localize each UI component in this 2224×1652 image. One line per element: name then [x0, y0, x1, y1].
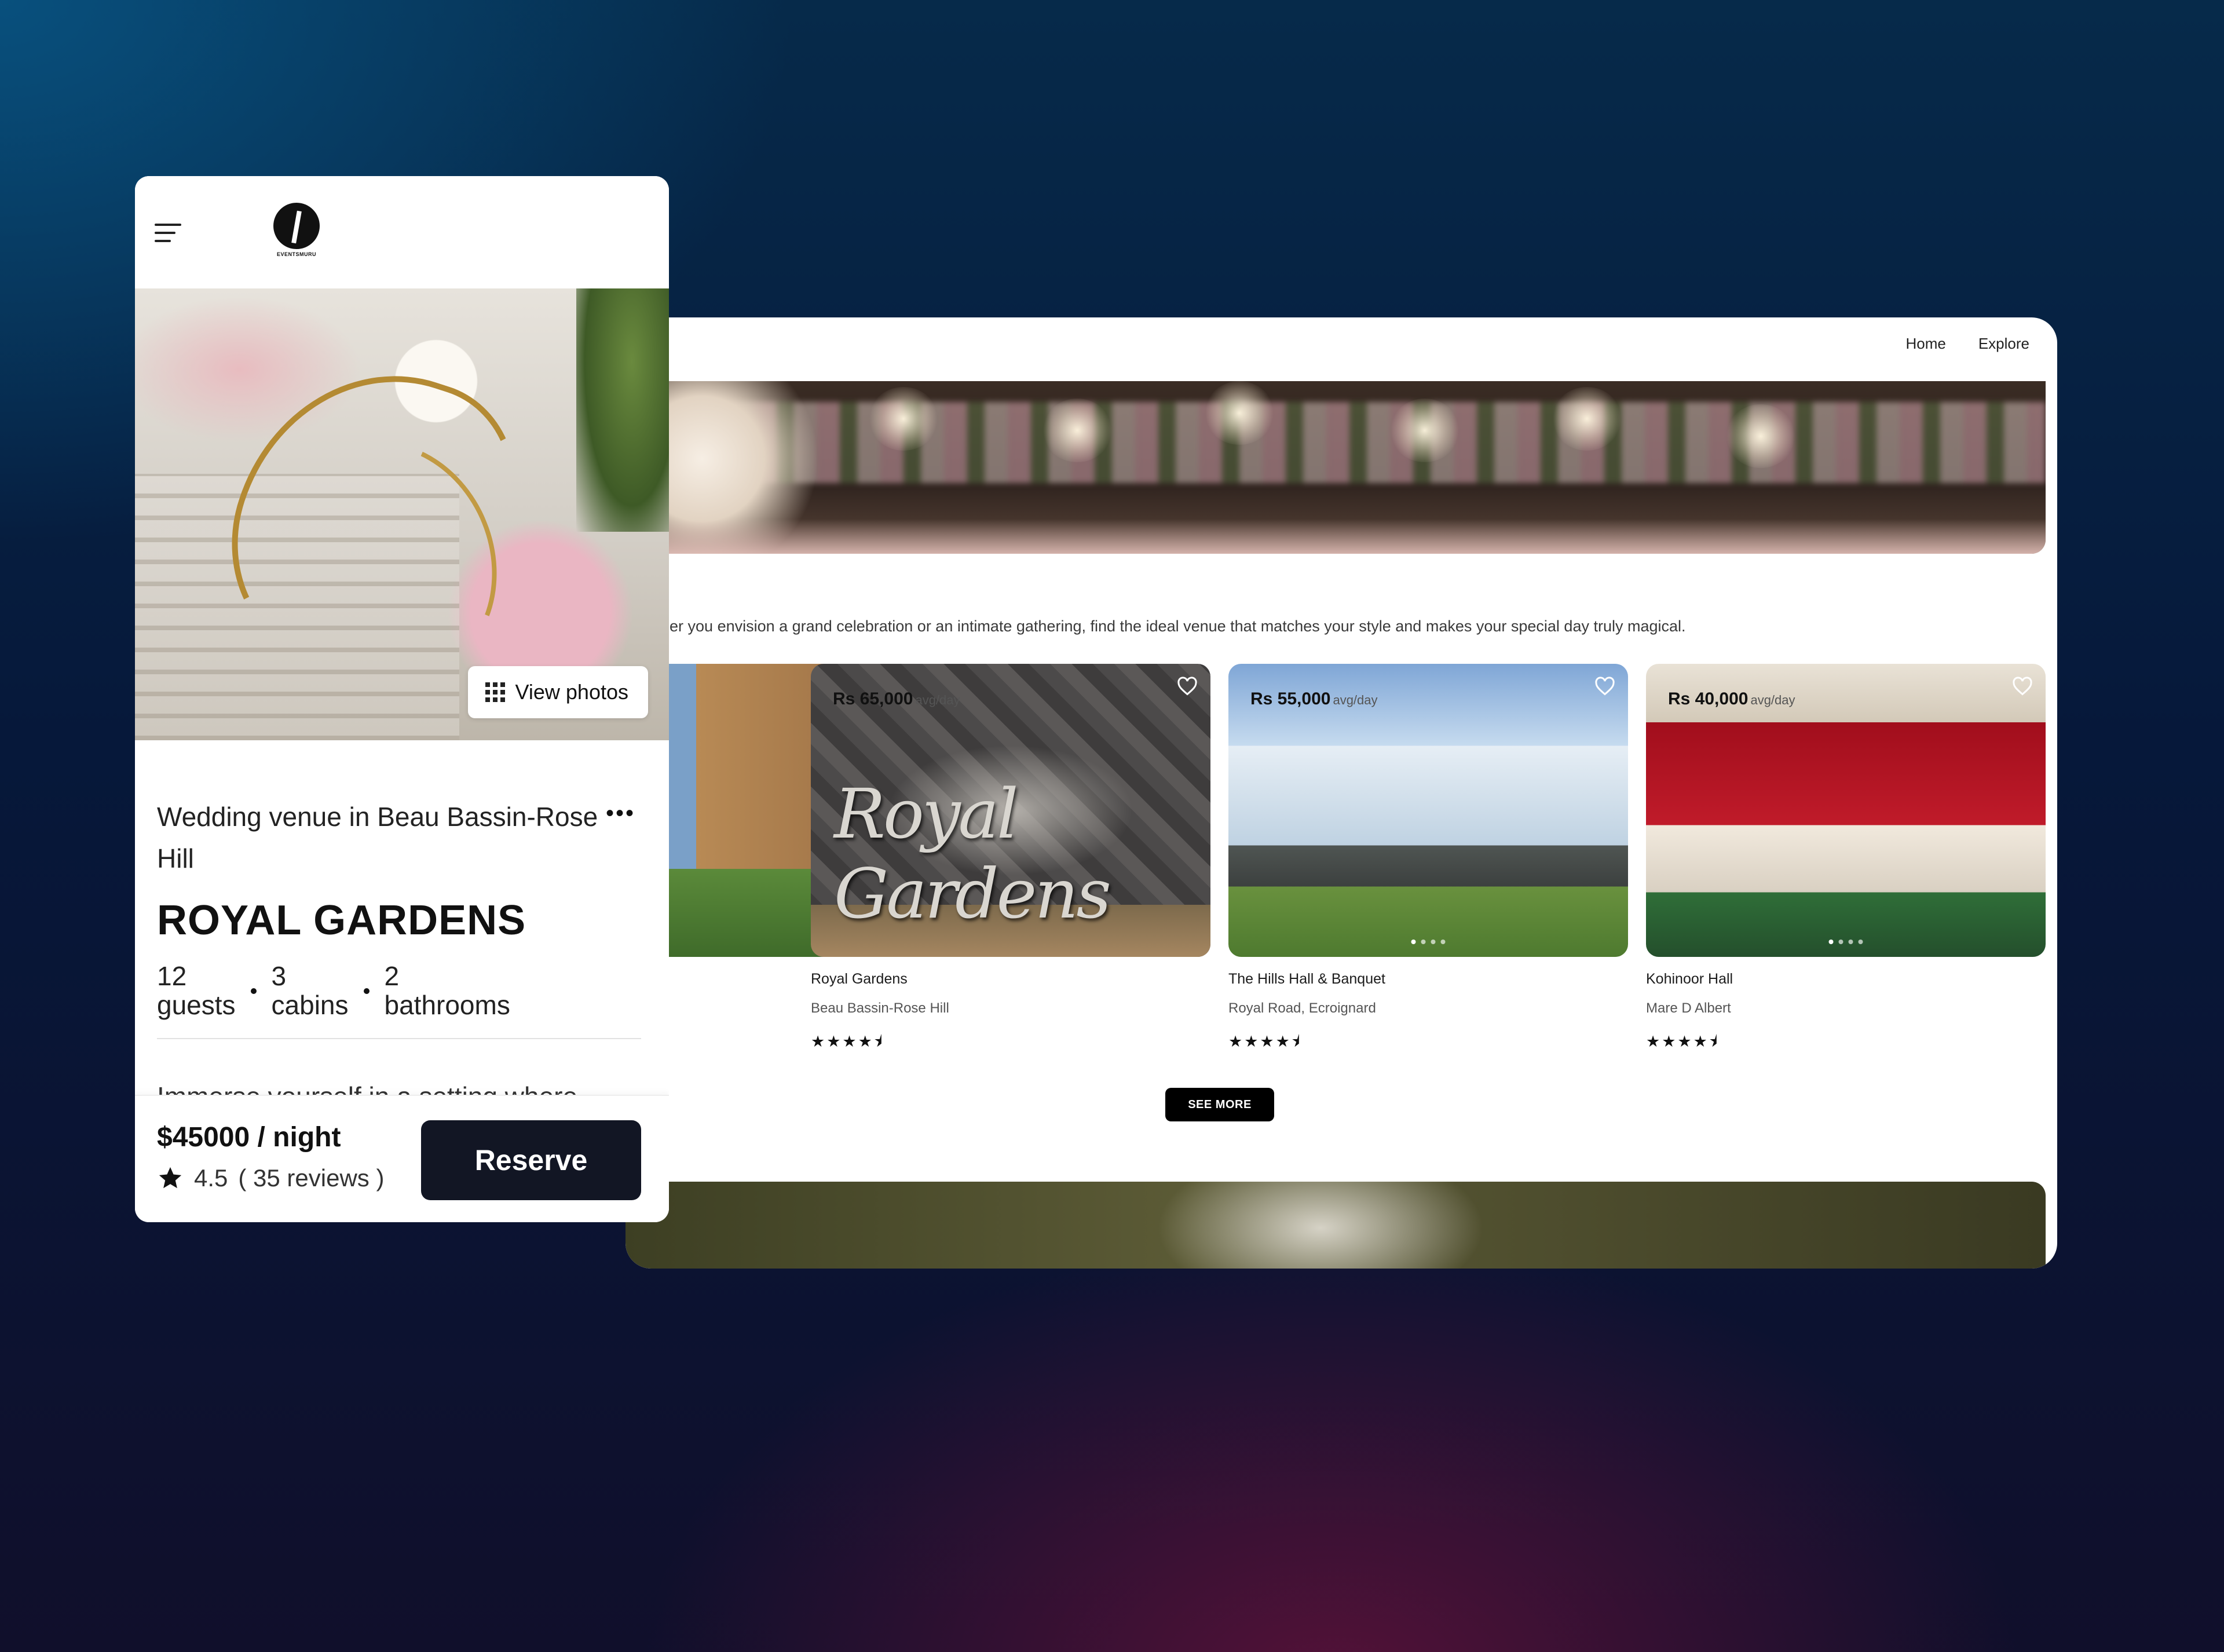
star-icon	[159, 1167, 182, 1189]
more-horizontal-icon[interactable]: •••	[606, 801, 635, 827]
venue-price: Rs 40,000 avg/day	[1668, 689, 1795, 708]
hero-banner	[626, 381, 2046, 554]
heart-icon[interactable]	[1177, 677, 1198, 696]
heart-icon[interactable]	[2012, 677, 2033, 696]
palm-logo-icon	[273, 203, 320, 249]
brand-logo[interactable]: EVENTSMURU	[265, 203, 328, 266]
mobile-header: EVENTSMURU	[135, 176, 669, 288]
carousel-dots[interactable]	[1828, 940, 1863, 944]
rating-stars: ★★★★⯨	[1646, 1033, 1720, 1050]
view-photos-button[interactable]: View photos	[467, 666, 648, 718]
section-banner-image	[626, 1182, 2046, 1269]
spec-guests: 12 guests	[157, 961, 236, 1020]
venue-name[interactable]: Kohinoor Hall	[1646, 971, 2046, 988]
divider	[157, 1038, 641, 1039]
view-photos-label: View photos	[515, 680, 628, 704]
hamburger-icon[interactable]	[155, 224, 181, 242]
carousel-dots[interactable]	[993, 940, 1028, 944]
venue-card[interactable]: The Hills Hall & Banquet Royal Road, Ecr…	[1228, 664, 1628, 1057]
top-nav: Home Explore	[1905, 335, 2029, 353]
heart-icon[interactable]	[1594, 677, 1615, 696]
venue-sign-text: Royal Gardens	[834, 774, 1111, 934]
venue-title: ROYAL GARDENS	[157, 897, 526, 944]
venue-name[interactable]: The Hills Hall & Banquet	[1228, 971, 1628, 988]
venue-price: Rs 65,000 avg/day	[833, 689, 960, 708]
venue-location: Mare D Albert	[1646, 1000, 1731, 1016]
booking-bar: $45000 / night 4.5 ( 35 reviews ) Reserv…	[135, 1095, 669, 1222]
rating-summary[interactable]: 4.5 ( 35 reviews )	[157, 1164, 384, 1192]
nav-home[interactable]: Home	[1905, 335, 1945, 353]
venue-price: Rs 55,000 avg/day	[1250, 689, 1378, 708]
venue-photo[interactable]: View photos	[135, 288, 669, 740]
price-per-night: $45000 / night	[157, 1122, 341, 1153]
venue-location: Royal Road, Ecroignard	[1228, 1000, 1376, 1016]
venue-specs: 12 guests 3 cabins 2 bathrooms	[157, 962, 647, 1019]
reviews-count[interactable]: ( 35 reviews )	[238, 1164, 384, 1192]
venue-card[interactable]: Royal Gardens Royal Gardens Beau Bassin-…	[811, 664, 1210, 1057]
spec-bathrooms: 2 bathrooms	[384, 961, 510, 1020]
mobile-window: EVENTSMURU View photos Wedding venue in …	[135, 176, 669, 1222]
venue-location: Beau Bassin-Rose Hill	[811, 1000, 949, 1016]
nav-explore[interactable]: Explore	[1978, 335, 2029, 353]
see-more-button[interactable]: SEE MORE	[1165, 1088, 1274, 1121]
venue-type: Wedding venue in Beau Bassin-Rose Hill	[157, 802, 598, 873]
grid-icon	[485, 682, 505, 702]
carousel-dots[interactable]	[1411, 940, 1446, 944]
desktop-window: Home Explore Whether you envision a gran…	[626, 317, 2057, 1269]
intro-tagline: Whether you envision a grand celebration…	[626, 617, 1686, 635]
venue-name[interactable]: Royal Gardens	[811, 971, 1210, 988]
rating-stars: ★★★★⯨	[811, 1033, 884, 1050]
logo-text: EVENTSMURU	[276, 251, 316, 257]
reserve-button[interactable]: Reserve	[421, 1120, 641, 1200]
rating-stars: ★★★★⯨	[1228, 1033, 1302, 1050]
rating-value: 4.5	[194, 1164, 228, 1192]
venue-card[interactable]: Kohinoor Hall Mare D Albert Rs 40,000 avg…	[1646, 664, 2046, 1057]
spec-cabins: 3 cabins	[271, 961, 349, 1020]
